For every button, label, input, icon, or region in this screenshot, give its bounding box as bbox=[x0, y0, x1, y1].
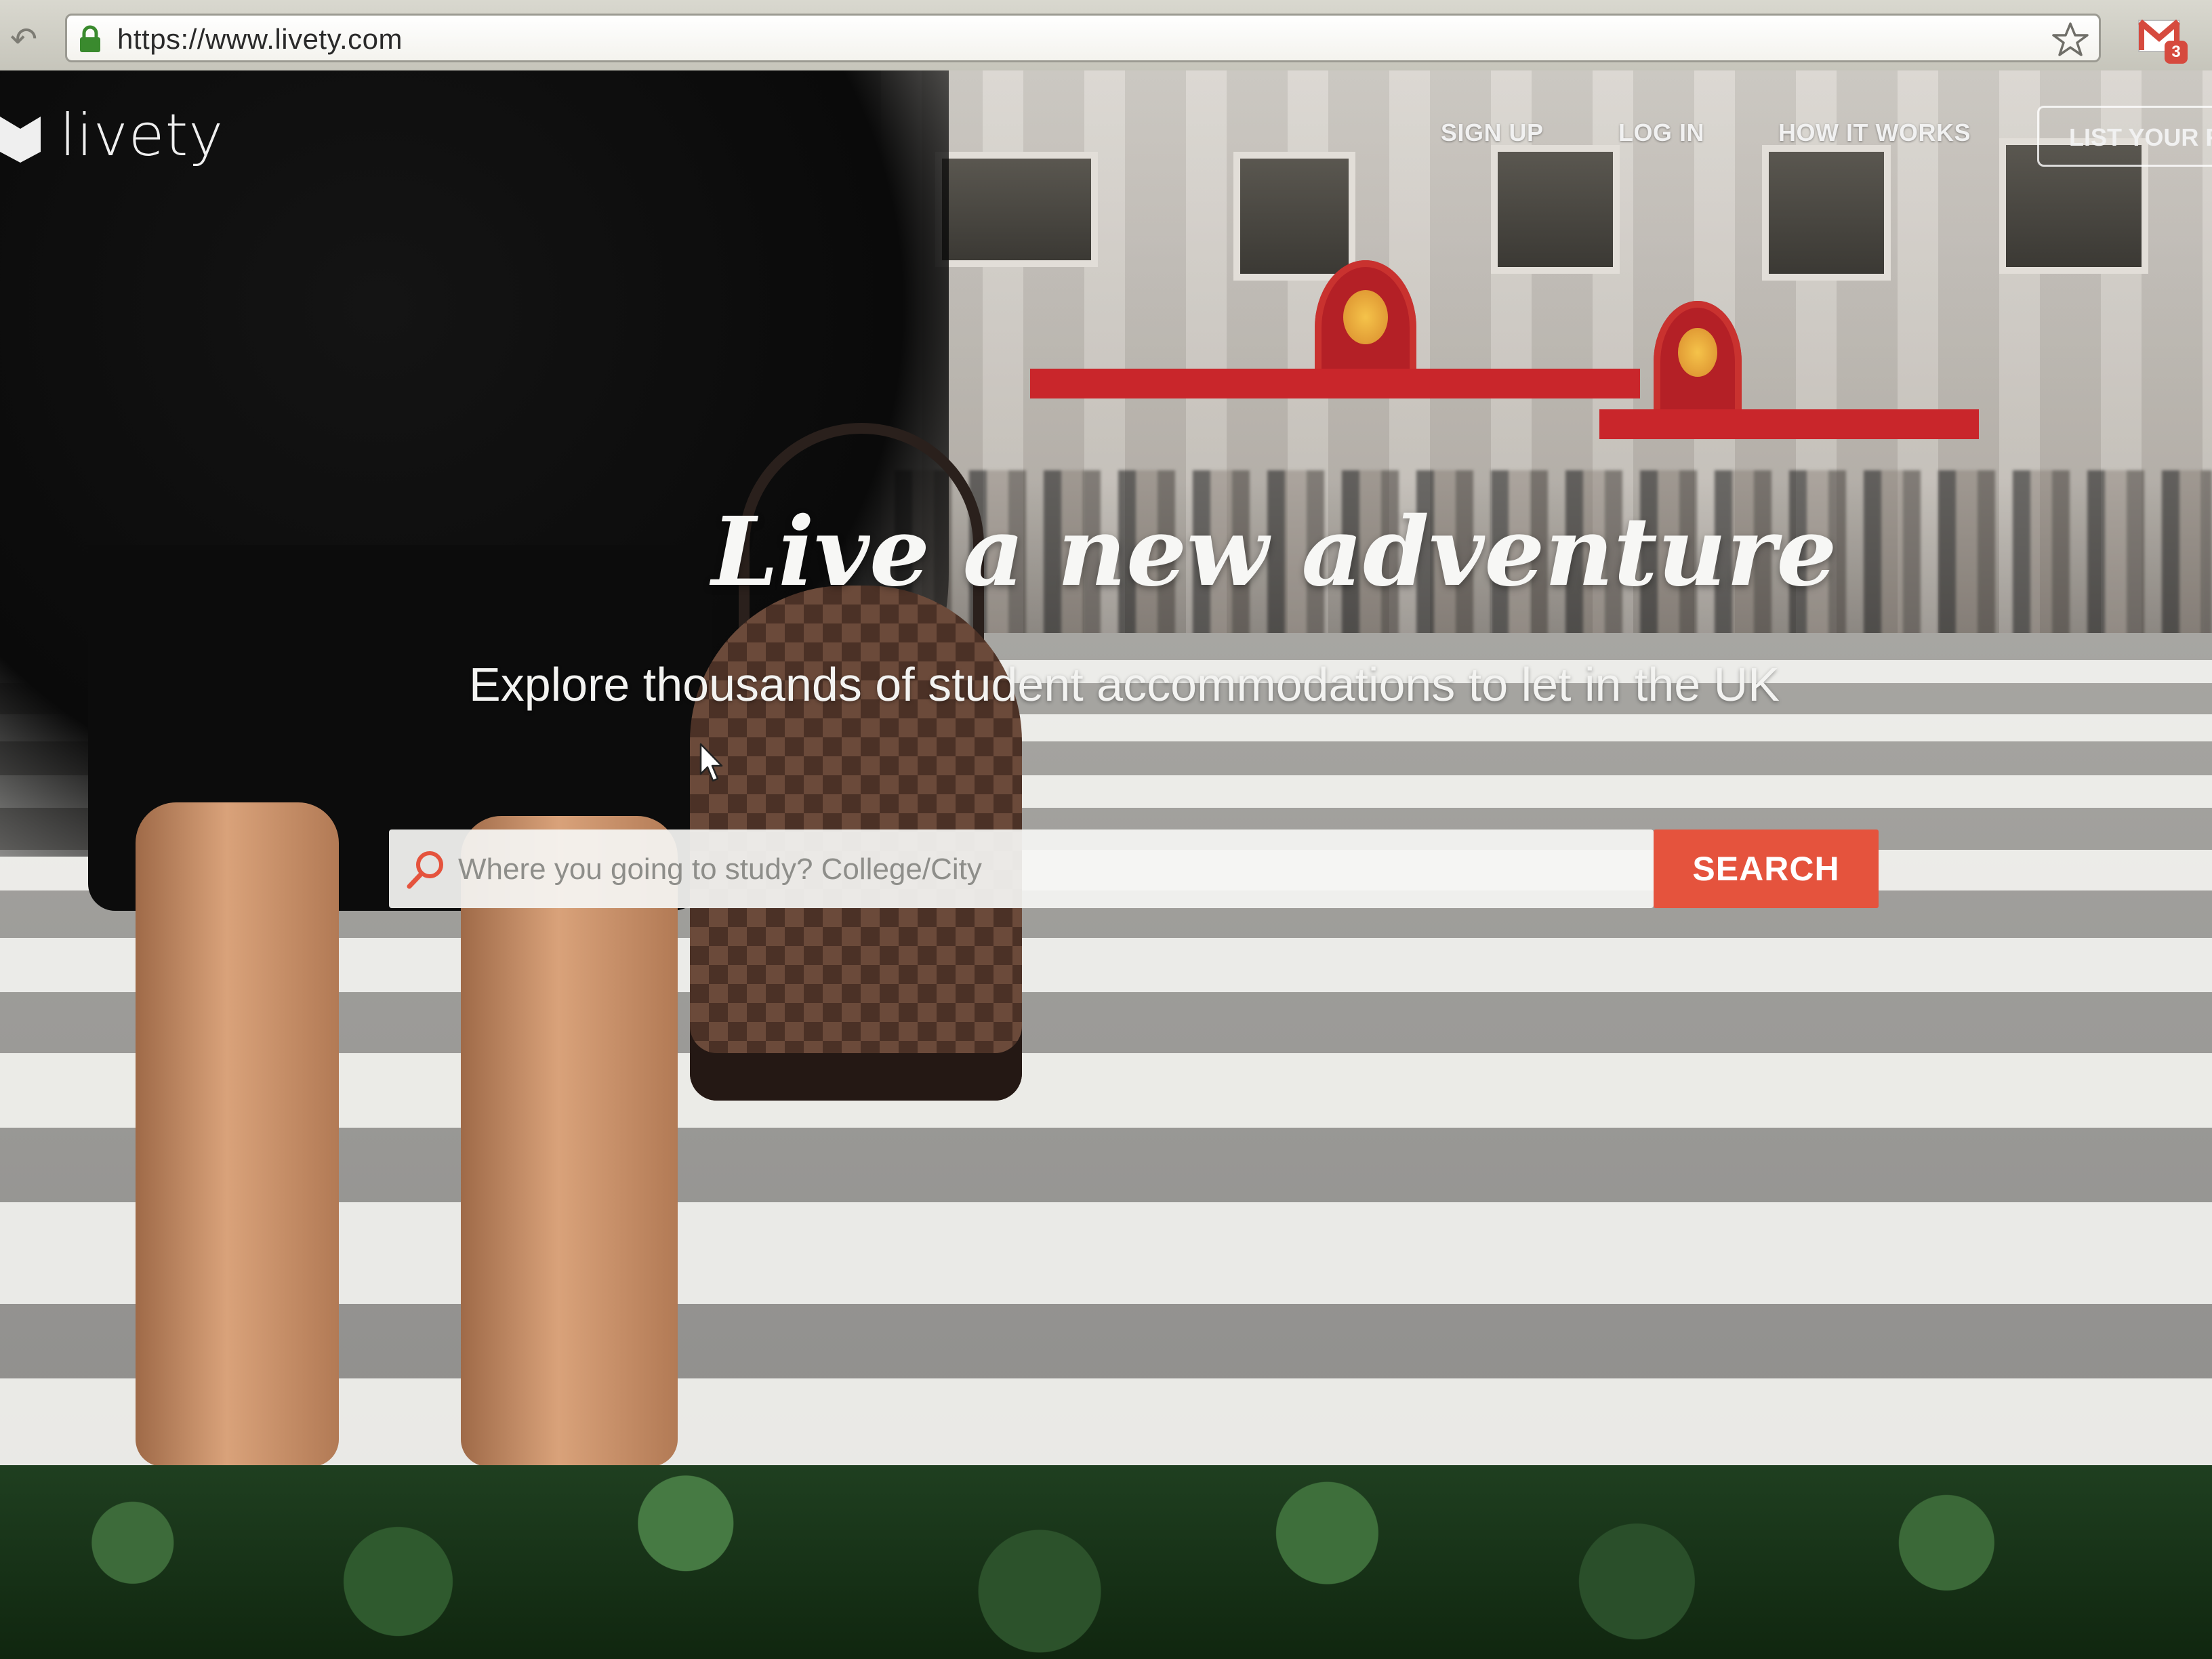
list-your-room-label: LIST YOUR RO bbox=[2069, 123, 2212, 151]
mouse-cursor-icon bbox=[699, 743, 723, 782]
background-leg-left bbox=[136, 802, 339, 1465]
browser-toolbar: ↶ https://www.livety.com 3 bbox=[0, 0, 2212, 72]
list-your-room-button[interactable]: LIST YOUR RO bbox=[2037, 106, 2212, 167]
back-arrow-icon[interactable]: ↶ bbox=[4, 20, 43, 60]
search-input[interactable] bbox=[457, 839, 1639, 900]
gmail-unread-badge: 3 bbox=[2165, 41, 2188, 64]
search-bar[interactable] bbox=[389, 830, 1654, 908]
nav-how-it-works[interactable]: HOW IT WORKS bbox=[1778, 117, 1971, 149]
url-text: https://www.livety.com bbox=[117, 23, 403, 55]
hero-subheadline: Explore thousands of student accommodati… bbox=[469, 658, 1780, 711]
hero-headline: Live a new adventure bbox=[712, 497, 1837, 608]
nav-log-in[interactable]: LOG IN bbox=[1618, 117, 1704, 149]
hero-section bbox=[0, 70, 2212, 1465]
logo-text: livety bbox=[60, 102, 224, 169]
below-fold-image bbox=[0, 1465, 2212, 1659]
address-bar[interactable]: https://www.livety.com bbox=[65, 14, 2101, 62]
bookmark-star-icon[interactable] bbox=[2051, 21, 2089, 59]
search-button[interactable]: SEARCH bbox=[1654, 830, 1879, 908]
background-leg-right bbox=[461, 816, 678, 1465]
search-icon bbox=[407, 851, 443, 889]
site-logo[interactable]: livety bbox=[0, 102, 223, 176]
lock-icon bbox=[80, 25, 100, 52]
livety-logo-icon bbox=[0, 117, 41, 163]
nav-sign-up[interactable]: SIGN UP bbox=[1441, 117, 1544, 149]
